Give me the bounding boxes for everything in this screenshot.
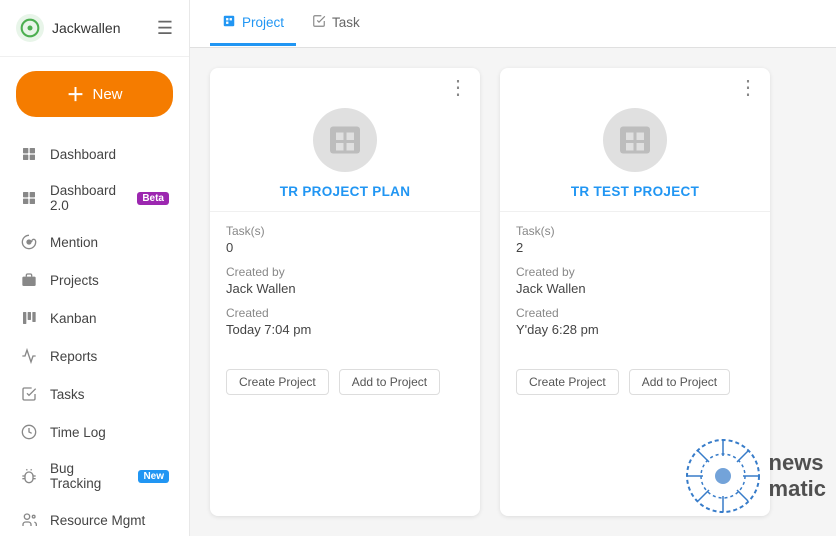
card-project-icon-2 xyxy=(603,108,667,172)
add-to-project-btn-1[interactable]: Add to Project xyxy=(339,369,440,395)
created-time-1: Today 7:04 pm xyxy=(226,322,464,337)
sidebar-item-label-dashboard2: Dashboard 2.0 xyxy=(50,183,125,213)
add-to-project-btn-2[interactable]: Add to Project xyxy=(629,369,730,395)
sidebar-item-bugtracking[interactable]: Bug Tracking New xyxy=(4,452,185,500)
sidebar-item-label-dashboard: Dashboard xyxy=(50,147,169,162)
task-tab-icon xyxy=(312,14,326,31)
sidebar-item-label-bugtracking: Bug Tracking xyxy=(50,461,126,491)
card-actions-2: Create Project Add to Project xyxy=(500,359,770,409)
card-project-icon-1 xyxy=(313,108,377,172)
sidebar-item-dashboard[interactable]: Dashboard xyxy=(4,136,185,172)
tab-task-label: Task xyxy=(332,15,360,30)
sidebar-item-label-mention: Mention xyxy=(50,235,169,250)
card-menu-icon-2[interactable]: ⋮ xyxy=(738,78,758,98)
tasks-label-2: Task(s) xyxy=(516,224,754,238)
new-button[interactable]: ＋ New xyxy=(16,71,173,117)
card-icon-area-1 xyxy=(210,98,480,180)
dashboard2-icon xyxy=(20,189,38,207)
beta-badge: Beta xyxy=(137,192,169,205)
sidebar: Jackwallen ☰ ＋ New Dashboard Dashboard 2… xyxy=(0,0,190,536)
card-header-2: ⋮ xyxy=(500,68,770,98)
sidebar-item-label-reports: Reports xyxy=(50,349,169,364)
tasks-count-2: 2 xyxy=(516,240,754,255)
app-logo xyxy=(16,14,44,42)
tasks-count-1: 0 xyxy=(226,240,464,255)
tab-project-label: Project xyxy=(242,15,284,30)
created-time-2: Y'day 6:28 pm xyxy=(516,322,754,337)
tasks-icon xyxy=(20,385,38,403)
sidebar-item-reports[interactable]: Reports xyxy=(4,338,185,374)
sidebar-header: Jackwallen ☰ xyxy=(0,0,189,57)
new-button-label: New xyxy=(92,86,122,103)
bugtracking-icon xyxy=(20,467,38,485)
logo-area: Jackwallen xyxy=(16,14,120,42)
created-by-value-2: Jack Wallen xyxy=(516,281,754,296)
hamburger-icon[interactable]: ☰ xyxy=(157,18,173,39)
dashboard-icon xyxy=(20,145,38,163)
project-card-2: ⋮ TR TEST PROJECT Task(s) 2 Created by J… xyxy=(500,68,770,516)
sidebar-item-label-resource: Resource Mgmt xyxy=(50,513,169,528)
sidebar-item-label-tasks: Tasks xyxy=(50,387,169,402)
created-by-value-1: Jack Wallen xyxy=(226,281,464,296)
created-label-1: Created xyxy=(226,306,464,320)
sidebar-item-tasks[interactable]: Tasks xyxy=(4,376,185,412)
plus-icon: ＋ xyxy=(66,81,84,107)
projects-icon xyxy=(20,271,38,289)
card-title-1: TR PROJECT PLAN xyxy=(210,180,480,211)
create-project-btn-1[interactable]: Create Project xyxy=(226,369,329,395)
sidebar-item-kanban[interactable]: Kanban xyxy=(4,300,185,336)
sidebar-item-mention[interactable]: Mention xyxy=(4,224,185,260)
kanban-icon xyxy=(20,309,38,327)
sidebar-item-label-kanban: Kanban xyxy=(50,311,169,326)
created-by-label-1: Created by xyxy=(226,265,464,279)
card-body-2: Task(s) 2 Created by Jack Wallen Created… xyxy=(500,212,770,359)
card-header-1: ⋮ xyxy=(210,68,480,98)
card-body-1: Task(s) 0 Created by Jack Wallen Created… xyxy=(210,212,480,359)
timelog-icon xyxy=(20,423,38,441)
reports-icon xyxy=(20,347,38,365)
created-label-2: Created xyxy=(516,306,754,320)
tab-project[interactable]: Project xyxy=(210,2,296,46)
resource-icon xyxy=(20,511,38,529)
username-label: Jackwallen xyxy=(52,20,120,36)
card-actions-1: Create Project Add to Project xyxy=(210,359,480,409)
sidebar-item-resource[interactable]: Resource Mgmt xyxy=(4,502,185,536)
tasks-label-1: Task(s) xyxy=(226,224,464,238)
projects-grid: ⋮ TR PROJECT PLAN Task(s) 0 Created by J… xyxy=(190,48,836,536)
project-tab-icon xyxy=(222,14,236,31)
created-by-label-2: Created by xyxy=(516,265,754,279)
create-project-btn-2[interactable]: Create Project xyxy=(516,369,619,395)
sidebar-item-label-timelog: Time Log xyxy=(50,425,169,440)
card-title-2: TR TEST PROJECT xyxy=(500,180,770,211)
project-card-1: ⋮ TR PROJECT PLAN Task(s) 0 Created by J… xyxy=(210,68,480,516)
mention-icon xyxy=(20,233,38,251)
sidebar-nav: Dashboard Dashboard 2.0 Beta Mention Pro… xyxy=(0,131,189,536)
sidebar-item-timelog[interactable]: Time Log xyxy=(4,414,185,450)
card-icon-area-2 xyxy=(500,98,770,180)
main-tabs: Project Task xyxy=(190,0,836,48)
sidebar-item-dashboard2[interactable]: Dashboard 2.0 Beta xyxy=(4,174,185,222)
tab-task[interactable]: Task xyxy=(300,2,372,46)
new-badge-bugtracking: New xyxy=(138,470,169,483)
main-content-area: Project Task ⋮ TR PROJECT PLAN Task(s) xyxy=(190,0,836,536)
sidebar-item-label-projects: Projects xyxy=(50,273,169,288)
card-menu-icon-1[interactable]: ⋮ xyxy=(448,78,468,98)
sidebar-item-projects[interactable]: Projects xyxy=(4,262,185,298)
